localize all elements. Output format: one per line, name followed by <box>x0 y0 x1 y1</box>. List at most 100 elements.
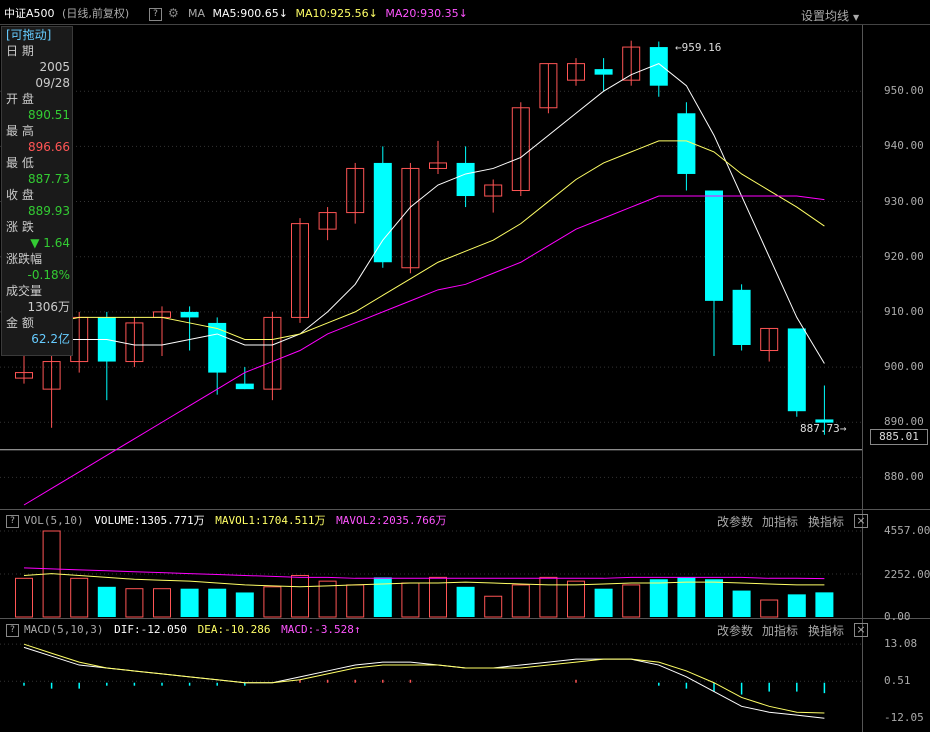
macd-help-button[interactable]: ? <box>6 624 19 637</box>
macd-add-indicator-button[interactable]: 加指标 <box>762 622 798 639</box>
volume-bar <box>649 579 668 617</box>
vol-switch-indicator-button[interactable]: 换指标 <box>808 513 844 530</box>
min-price-value: 887.73 <box>800 422 840 435</box>
arrow-down-icon: ↓ <box>278 7 288 20</box>
volume-bar <box>235 592 254 617</box>
vol-name: VOL(5,10) <box>24 514 84 527</box>
low-value: 887.73 <box>28 172 70 186</box>
candle-body <box>787 328 806 412</box>
volume-bar <box>208 588 227 617</box>
amount-value: 62.2亿 <box>31 332 70 346</box>
ma10-line <box>24 140 825 340</box>
candle-body <box>594 69 613 75</box>
macd-close-icon[interactable]: × <box>854 623 868 637</box>
ma5-value: MA5:900.65 <box>212 7 279 20</box>
date-label: 日 期 <box>6 44 34 58</box>
price-tick-label: 950.00 <box>884 84 924 98</box>
ma-settings-label: 设置均线 <box>801 9 850 23</box>
price-tick-label: 930.00 <box>884 194 924 208</box>
macd-legend: MACD(5,10,3) DIF:-12.050 DEA:-10.286 MAC… <box>24 623 365 637</box>
volume-bar <box>760 599 779 618</box>
change-label: 涨 跌 <box>6 220 34 234</box>
dea-value: DEA:-10.286 <box>197 623 271 636</box>
ma-label: MA <box>188 7 206 20</box>
vol-close-icon[interactable]: × <box>854 514 868 528</box>
mavol1-value: MAVOL1:1704.511万 <box>215 514 326 527</box>
price-tick-label: 890.00 <box>884 415 924 429</box>
candle-body <box>705 190 723 301</box>
vol-help-button[interactable]: ? <box>6 515 19 528</box>
period-label: (日线,前复权) <box>62 7 130 20</box>
macd-value: MACD:-3.528 <box>281 623 354 636</box>
volume-bar <box>153 588 171 618</box>
vol-edit-params-button[interactable]: 改参数 <box>717 513 753 530</box>
close-value: 889.93 <box>28 204 70 218</box>
open-value: 890.51 <box>28 108 70 122</box>
volume-bar <box>456 586 475 617</box>
volume-bar <box>291 574 309 618</box>
gear-icon[interactable]: ⚙ <box>168 6 179 20</box>
index-title: 中证A500 <box>4 7 55 20</box>
amount-label: 金 额 <box>6 316 34 330</box>
arrow-up-icon: ↑ <box>353 623 361 636</box>
candle-body <box>732 289 751 345</box>
price-tick-label: 920.00 <box>884 249 924 263</box>
volume-bar <box>539 576 558 618</box>
high-label: 最 高 <box>6 124 34 138</box>
pct-value: -0.18% <box>27 268 70 282</box>
volume-bar <box>787 594 806 617</box>
volume-label: 成交量 <box>6 284 43 298</box>
volume-bar <box>732 590 751 617</box>
chevron-down-icon: ▼ <box>853 13 860 22</box>
candle-body <box>208 322 227 373</box>
help-button[interactable]: ? <box>149 8 162 21</box>
close-label: 收 盘 <box>6 188 34 202</box>
max-price-label: ←959.16 <box>675 41 722 54</box>
min-price-label: 887.73→ <box>800 422 847 435</box>
ma-legend: MA MA5:900.65↓ MA10:925.56↓ MA20:930.35↓ <box>188 7 472 21</box>
macd-name: MACD(5,10,3) <box>24 623 104 636</box>
volume-bar <box>15 577 33 618</box>
volume-bar <box>567 580 585 618</box>
volume-bar <box>263 586 282 618</box>
vol-tick-label: 0.00 <box>884 610 911 623</box>
candle-body <box>456 162 475 197</box>
price-tick-label: 900.00 <box>884 360 924 374</box>
date-year: 2005 <box>39 60 70 74</box>
volume-bar <box>401 582 420 618</box>
arrow-down-icon: ↓ <box>458 7 468 20</box>
open-label: 开 盘 <box>6 92 34 106</box>
macd-tick-label: -12.05 <box>884 711 924 725</box>
volume-bar <box>346 584 365 618</box>
volume-bar <box>511 584 530 618</box>
vol-add-indicator-button[interactable]: 加指标 <box>762 513 798 530</box>
vol-tick-label: 2252.00 <box>884 567 930 581</box>
max-price-value: 959.16 <box>681 41 722 54</box>
macd-edit-params-button[interactable]: 改参数 <box>717 622 753 639</box>
data-window[interactable]: [可拖动] 日 期 2005 09/28 开 盘 890.51 最 高 896.… <box>1 26 73 356</box>
mavol1-line <box>23 573 825 588</box>
price-tick-label: 910.00 <box>884 304 924 318</box>
ma-settings-button[interactable]: 设置均线 ▼ <box>801 7 859 24</box>
price-panel-header: 中证A500 (日线,前复权) <box>4 7 133 21</box>
price-tick-label: 880.00 <box>884 470 924 484</box>
dif-line <box>23 646 825 719</box>
macd-tick-label: 0.51 <box>884 674 911 688</box>
volume-bar <box>677 577 696 617</box>
volume-bar <box>705 579 723 617</box>
high-value: 896.66 <box>28 140 70 154</box>
volume-value: 1306万 <box>27 300 70 314</box>
candle-body <box>180 311 199 318</box>
macd-switch-indicator-button[interactable]: 换指标 <box>808 622 844 639</box>
volume-value: VOLUME:1305.771万 <box>94 514 205 527</box>
drag-hint[interactable]: [可拖动] <box>2 27 72 43</box>
volume-bar <box>180 588 199 617</box>
volume-bar <box>97 586 116 617</box>
ma20-line <box>23 195 825 506</box>
current-price-tag: 885.01 <box>870 429 928 445</box>
volume-bar <box>622 584 641 618</box>
vol-tick-label: 4557.00 <box>884 524 930 537</box>
volume-bar <box>484 595 503 618</box>
volume-bar <box>594 588 613 617</box>
dif-value: DIF:-12.050 <box>114 623 187 636</box>
